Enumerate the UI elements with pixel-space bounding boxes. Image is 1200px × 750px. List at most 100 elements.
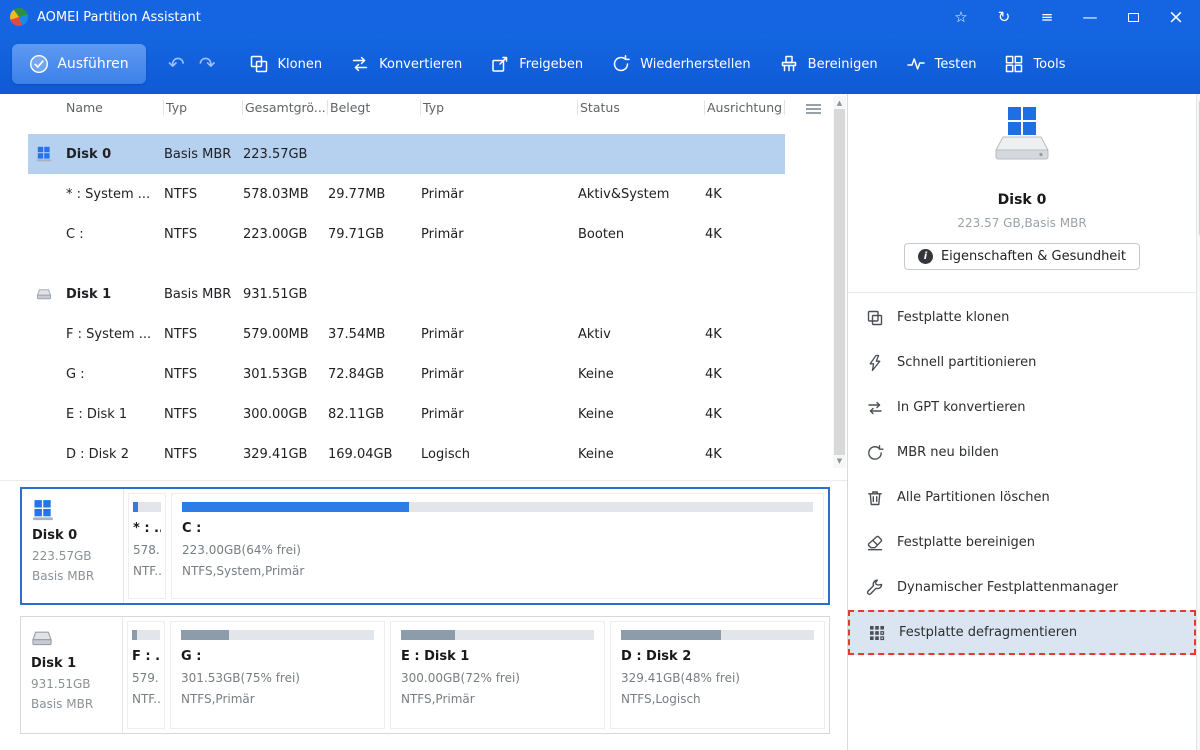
apply-button[interactable]: Ausführen <box>12 44 146 84</box>
usage-bar <box>132 630 160 640</box>
scroll-up-icon[interactable]: ▲ <box>837 98 842 108</box>
toolbar-item-bereinigen[interactable]: Bereinigen <box>778 53 878 75</box>
list-view-icon[interactable] <box>806 102 822 116</box>
column-header-typ[interactable]: Typ <box>164 99 243 115</box>
partition-label: E : Disk 1 <box>401 649 470 664</box>
sidebar-item-label: Festplatte bereinigen <box>897 535 1036 550</box>
cell: 4K <box>705 326 722 342</box>
maximize-button[interactable] <box>1125 12 1141 22</box>
sidebar-item-festplatte-bereinigen[interactable]: Festplatte bereinigen <box>848 520 1196 565</box>
table-row-c[interactable]: C : NTFS 223.00GB 79.71GB Primär Booten 4K <box>28 214 785 254</box>
table-row-system[interactable]: * : System ... NTFS 578.03MB 29.77MB Primär A… <box>28 174 785 214</box>
table-row-disk-1[interactable]: Disk 1 Basis MBR 931.51GB <box>28 274 785 314</box>
sidebar-item-label: Alle Partitionen löschen <box>897 490 1050 505</box>
disk-info: Disk 1 931.51GB Basis MBR <box>21 617 123 733</box>
test-toolbar-icon <box>905 53 927 75</box>
cell: NTFS <box>164 366 198 382</box>
toolbar-item-klonen[interactable]: Klonen <box>248 53 323 75</box>
cell: Keine <box>578 366 614 382</box>
favorite-icon[interactable]: ☆ <box>953 9 969 25</box>
table-scrollbar-thumb[interactable] <box>834 109 845 455</box>
usage-bar <box>133 502 161 512</box>
column-header-status[interactable]: Status <box>578 99 705 115</box>
cell: 300.00GB <box>243 406 308 422</box>
properties-button[interactable]: i Eigenschaften & Gesundheit <box>903 243 1141 270</box>
cell-name: * : System ... <box>28 174 164 214</box>
sidebar-item-mbr-neu-bilden[interactable]: MBR neu bilden <box>848 430 1196 475</box>
cell: 169.04GB <box>328 446 393 462</box>
partition-block-d-disk-2[interactable]: D : Disk 2 329.41GB(48% frei) NTFS,Logisch <box>610 621 825 729</box>
partition-block-e-disk-1[interactable]: E : Disk 1 300.00GB(72% frei) NTFS,Primär <box>390 621 605 729</box>
cell-name-text: F : System ... <box>66 326 152 342</box>
window-scrollbar[interactable] <box>1196 94 1200 750</box>
column-header-ausrichtung[interactable]: Ausrichtung <box>705 99 785 115</box>
table-row-disk-0[interactable]: Disk 0 Basis MBR 223.57GB <box>28 134 785 174</box>
sidebar-item-festplatte-defragmentieren[interactable]: Festplatte defragmentieren <box>848 610 1196 655</box>
selected-disk-title: Disk 0 <box>997 192 1047 208</box>
partition-block-item[interactable]: * : ... 578... NTF... <box>128 493 166 599</box>
cell: 329.41GB <box>243 446 308 462</box>
convert-toolbar-icon <box>349 53 371 75</box>
table-row-e-disk-1[interactable]: E : Disk 1 NTFS 300.00GB 82.11GB Primär Keine… <box>28 394 785 434</box>
disk-panel-disk-1[interactable]: Disk 1 931.51GB Basis MBR F : ... 579... NTF.… <box>20 616 830 734</box>
undo-button[interactable]: ↶ <box>168 52 185 76</box>
cell-name: F : System ... <box>28 314 164 354</box>
cell: NTFS <box>164 406 198 422</box>
column-header-name[interactable]: Name <box>28 99 164 115</box>
convert-icon <box>866 399 884 417</box>
toolbar-item-wiederherstellen[interactable]: Wiederherstellen <box>610 53 751 75</box>
column-header-gesamtgrö[interactable]: Gesamtgrö... <box>243 99 328 115</box>
sidebar-item-festplatte-klonen[interactable]: Festplatte klonen <box>848 295 1196 340</box>
cell: NTFS <box>164 446 198 462</box>
disk-type: Basis MBR <box>31 697 94 711</box>
partition-fs: NTFS,Primär <box>401 692 475 706</box>
menu-icon[interactable]: ≡ <box>1039 9 1055 25</box>
partition-block-f[interactable]: F : ... 579... NTF... <box>127 621 165 729</box>
close-button[interactable]: × <box>1168 7 1184 27</box>
disk-panel-disk-0[interactable]: Disk 0 223.57GB Basis MBR * : ... 578... NTF.… <box>20 487 830 605</box>
cell: 4K <box>705 446 722 462</box>
cell: Primär <box>421 226 464 242</box>
cell: 37.54MB <box>328 326 386 342</box>
cell: 4K <box>705 226 722 242</box>
toolbar-item-testen[interactable]: Testen <box>905 53 976 75</box>
toolbar-item-label: Tools <box>1033 56 1066 72</box>
cell: 4K <box>705 366 722 382</box>
table-row-g[interactable]: G : NTFS 301.53GB 72.84GB Primär Keine 4K <box>28 354 785 394</box>
cell-name: G : <box>28 354 164 394</box>
clean-toolbar-icon <box>778 53 800 75</box>
info-icon: i <box>917 249 933 264</box>
redo-button[interactable]: ↷ <box>199 52 216 76</box>
sidebar-item-dynamischer-festplattenmanager[interactable]: Dynamischer Festplattenmanager <box>848 565 1196 610</box>
cell: NTFS <box>164 186 198 202</box>
cell-name-text: G : <box>66 366 85 382</box>
table-row-f-system[interactable]: F : System ... NTFS 579.00MB 37.54MB Primär A… <box>28 314 785 354</box>
toolbar-item-label: Klonen <box>277 56 323 72</box>
cell: Aktiv <box>578 326 611 342</box>
partition-block-g[interactable]: G : 301.53GB(75% frei) NTFS,Primär <box>170 621 385 729</box>
refresh-icon[interactable]: ↻ <box>996 9 1012 25</box>
column-header-typ-2[interactable]: Typ <box>421 99 578 115</box>
sidebar-item-in-gpt-konvertieren[interactable]: In GPT konvertieren <box>848 385 1196 430</box>
disk0-icon <box>32 499 54 521</box>
window-title: AOMEI Partition Assistant <box>37 9 201 25</box>
cell: 72.84GB <box>328 366 385 382</box>
sidebar-item-alle-partitionen-löschen[interactable]: Alle Partitionen löschen <box>848 475 1196 520</box>
scroll-down-icon[interactable]: ▼ <box>837 456 842 466</box>
partition-fs: NTFS,System,Primär <box>182 564 305 578</box>
cell: 82.11GB <box>328 406 385 422</box>
toolbar-items: Klonen Konvertieren Freigeben Wiederherstel… <box>248 53 1065 75</box>
table-row-d-disk-2[interactable]: D : Disk 2 NTFS 329.41GB 169.04GB Logisch Kei… <box>28 434 785 474</box>
column-header-belegt[interactable]: Belegt <box>328 99 421 115</box>
minimize-button[interactable]: — <box>1082 9 1098 25</box>
main-area: Name Typ Gesamtgrö... Belegt Typ Status Ausric… <box>0 94 848 750</box>
cell: Primär <box>421 366 464 382</box>
sidebar-item-schnell-partitionieren[interactable]: Schnell partitionieren <box>848 340 1196 385</box>
partition-size: 579... <box>132 671 160 685</box>
restore-toolbar-icon <box>610 53 632 75</box>
toolbar-item-tools[interactable]: Tools <box>1003 53 1065 75</box>
partition-block-c[interactable]: C : 223.00GB(64% frei) NTFS,System,Primär <box>171 493 824 599</box>
table-scrollbar[interactable]: ▲ ▼ <box>833 96 846 468</box>
toolbar-item-freigeben[interactable]: Freigeben <box>489 53 583 75</box>
toolbar-item-konvertieren[interactable]: Konvertieren <box>349 53 462 75</box>
